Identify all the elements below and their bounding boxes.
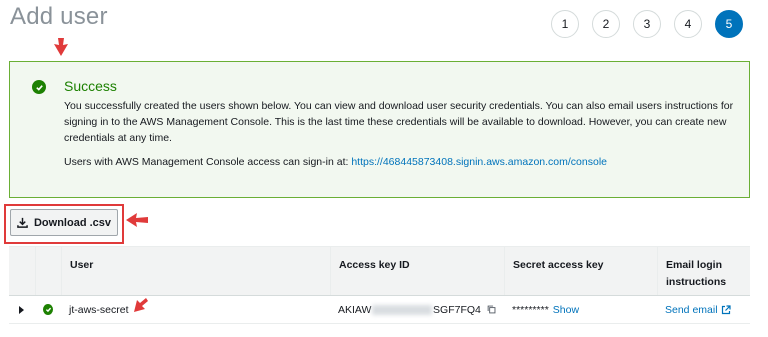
expand-caret-icon[interactable] xyxy=(17,305,25,315)
column-secret-access-key: Secret access key xyxy=(504,247,657,295)
annotation-arrow-icon xyxy=(126,213,148,227)
column-access-key-id: Access key ID xyxy=(330,247,504,295)
alert-title: Success xyxy=(64,78,117,94)
download-csv-button[interactable]: Download .csv xyxy=(10,209,118,236)
alert-signin-line: Users with AWS Management Console access… xyxy=(64,156,607,168)
wizard-steps: 1 2 3 4 5 xyxy=(551,10,743,38)
user-name-cell: jt-aws-secret xyxy=(61,296,330,324)
redacted-block xyxy=(372,304,433,315)
annotation-arrow-icon xyxy=(133,297,148,312)
alert-message: You successfully created the users shown… xyxy=(64,100,734,144)
download-icon xyxy=(17,217,28,228)
send-email-link[interactable]: Send email xyxy=(665,304,718,316)
table-header: User Access key ID Secret access key Ema… xyxy=(9,246,750,296)
secret-key-masked: ********* xyxy=(512,303,549,316)
external-link-icon[interactable] xyxy=(721,304,731,315)
column-user: User xyxy=(61,247,330,295)
annotation-arrow-icon xyxy=(54,38,68,56)
signin-prefix: Users with AWS Management Console access… xyxy=(64,156,352,168)
user-name: jt-aws-secret xyxy=(69,303,129,316)
page-title: Add user xyxy=(10,3,108,30)
step-5[interactable]: 5 xyxy=(715,10,743,38)
column-email-login-instructions: Email login instructions xyxy=(657,247,750,295)
copy-icon[interactable] xyxy=(487,304,496,315)
step-2[interactable]: 2 xyxy=(592,10,620,38)
step-1[interactable]: 1 xyxy=(551,10,579,38)
access-key-start: AKIAW xyxy=(338,303,372,316)
access-key-cell: AKIAW SGF7FQ4 xyxy=(330,296,504,324)
step-3[interactable]: 3 xyxy=(633,10,661,38)
success-check-icon xyxy=(32,80,46,94)
show-secret-link[interactable]: Show xyxy=(553,304,579,316)
success-check-icon xyxy=(43,304,53,315)
users-table: User Access key ID Secret access key Ema… xyxy=(9,246,750,324)
download-csv-label: Download .csv xyxy=(33,216,112,229)
step-4[interactable]: 4 xyxy=(674,10,702,38)
secret-key-cell: ********* Show xyxy=(504,296,657,324)
success-alert: Success You successfully created the use… xyxy=(9,61,750,198)
email-cell: Send email xyxy=(657,296,750,324)
access-key-end: SGF7FQ4 xyxy=(433,303,481,316)
table-row: jt-aws-secret AKIAW SGF7FQ4 ********* Sho… xyxy=(9,296,750,324)
signin-url-link[interactable]: https://468445873408.signin.aws.amazon.c… xyxy=(351,156,607,168)
